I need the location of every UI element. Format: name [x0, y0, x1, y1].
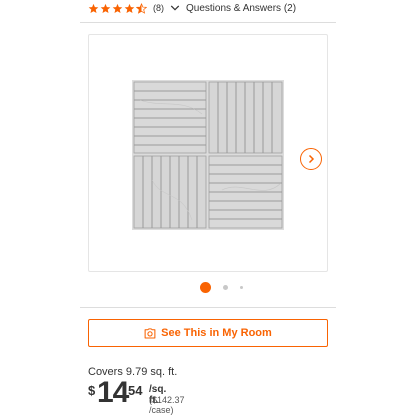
star-rating[interactable] [88, 2, 147, 14]
price-whole: 14 [97, 376, 129, 409]
next-image-button[interactable] [300, 148, 322, 170]
carousel-dot[interactable] [223, 284, 228, 290]
carousel-dot[interactable] [240, 285, 243, 289]
chevron-down-icon[interactable] [170, 3, 180, 13]
rating-row: (8) Questions & Answers (2) [88, 0, 296, 16]
see-in-room-label: See This in My Room [161, 327, 272, 339]
review-count[interactable]: (8) [153, 3, 164, 13]
price-currency: $ [88, 383, 96, 398]
see-in-room-button[interactable]: See This in My Room [88, 319, 328, 347]
star-full-icon [124, 3, 135, 13]
carousel-indicators [200, 280, 243, 294]
questions-answers-link[interactable]: Questions & Answers (2) [186, 3, 296, 14]
product-image[interactable] [132, 80, 284, 230]
star-full-icon [112, 3, 123, 13]
tile-quadrant-bottom-right [208, 155, 283, 229]
star-full-icon [100, 3, 111, 13]
divider [80, 22, 336, 23]
price-cents: 54 [128, 383, 143, 398]
chevron-right-icon [308, 154, 315, 164]
carousel-dot-active[interactable] [200, 281, 211, 293]
product-page: (8) Questions & Answers (2) See This in … [0, 0, 416, 416]
tile-quadrant-top-left [133, 81, 207, 154]
tile-quadrant-bottom-left [133, 155, 207, 229]
camera-icon [144, 327, 156, 339]
case-price: ($142.37 /case) [149, 395, 185, 415]
divider [80, 307, 336, 308]
star-full-icon [88, 3, 99, 13]
star-half-icon [136, 2, 147, 14]
tile-quadrant-top-right [208, 81, 283, 154]
